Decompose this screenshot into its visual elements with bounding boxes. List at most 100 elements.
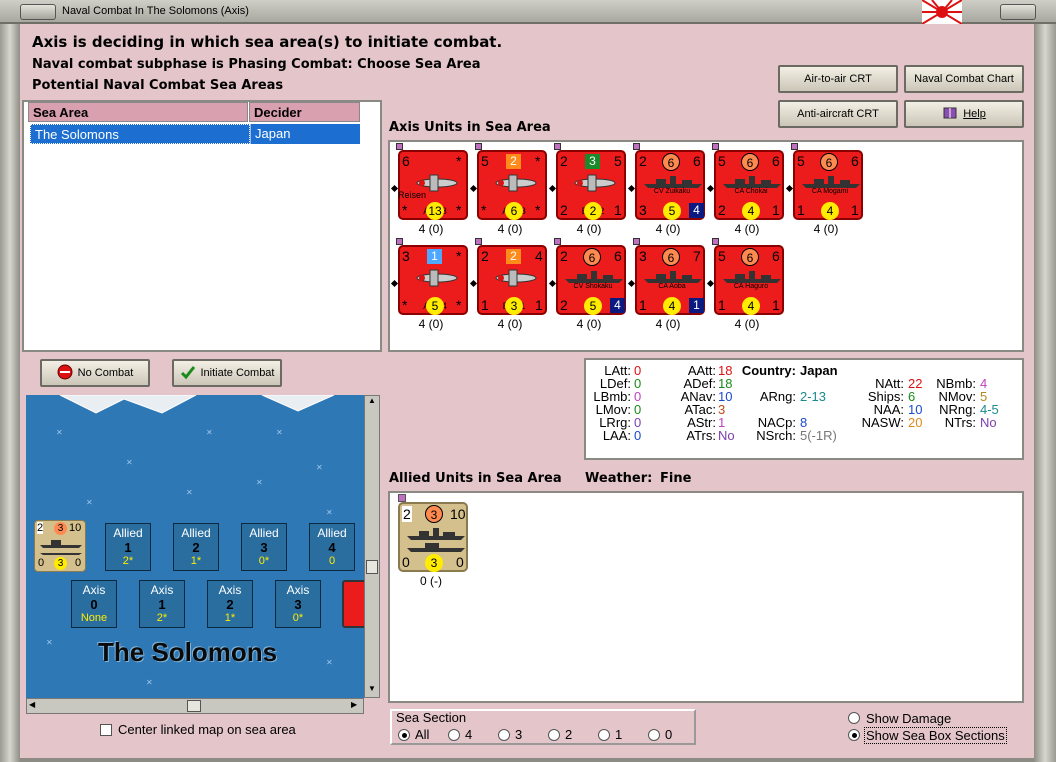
sea-section-option-label: 1 [615, 727, 623, 742]
unit-stat-bl: 2 [560, 297, 568, 313]
allied-sea-box-value: 0* [258, 555, 270, 567]
close-window-button[interactable] [1000, 4, 1036, 20]
initiate-combat-button[interactable]: Initiate Combat [172, 359, 282, 387]
unit-stat-bm: 6 [505, 202, 523, 220]
warship-silhouette-icon [644, 176, 702, 188]
unit-stat-bm: 4 [821, 202, 839, 220]
vertical-scroll-thumb[interactable] [366, 560, 378, 574]
axis-sea-box-value: 1* [224, 612, 236, 624]
allied-unit-counter[interactable]: 2 3 10 0 3 0 [398, 502, 468, 572]
scroll-right-arrow-icon[interactable]: ▶ [351, 700, 357, 709]
unit-stat-bl: 2 [560, 202, 568, 218]
status-message-3: Potential Naval Combat Sea Areas [32, 78, 284, 93]
rising-sun-flag-icon [921, 0, 963, 25]
allied-sea-box[interactable]: Allied 1 2* [105, 523, 151, 571]
unit-name: CA Chokai [734, 188, 768, 195]
horizontal-scroll-thumb[interactable] [187, 700, 201, 712]
warship-silhouette-icon [565, 271, 623, 283]
axis-unit-counter[interactable]: 52*A6M3*6* [477, 150, 547, 220]
axis-sea-box[interactable]: Axis 0 None [71, 580, 117, 628]
unit-stat-tl: 3 [639, 248, 647, 264]
window-title: Naval Combat In The Solomons (Axis) [62, 5, 249, 17]
axis-counter-on-map[interactable] [342, 580, 364, 628]
sea-section-radio-all[interactable] [398, 729, 410, 741]
unit-stat-tr: 7 [693, 248, 701, 264]
axis-sea-box[interactable]: Axis 2 1* [207, 580, 253, 628]
axis-unit-counter[interactable]: 235B5N2221 [556, 150, 626, 220]
unit-name: CV Zuikaku [653, 188, 691, 195]
sea-section-radio-2[interactable] [548, 729, 560, 741]
show-sea-box-sections-radio[interactable] [848, 729, 860, 741]
help-button[interactable]: Help [904, 100, 1024, 128]
sea-section-radio-3[interactable] [498, 729, 510, 741]
allied-sea-box[interactable]: Allied 2 1* [173, 523, 219, 571]
cell-decider[interactable]: Japan [250, 124, 360, 144]
axis-unit-counter[interactable]: 5 6 6 CA Mogami 1 4 1 [793, 150, 863, 220]
stat-label-country: Country: [741, 363, 796, 378]
axis-sea-box[interactable]: Axis 3 0* [275, 580, 321, 628]
svg-text:✕: ✕ [206, 428, 213, 437]
air-to-air-crt-button[interactable]: Air-to-air CRT [778, 65, 898, 93]
map-vertical-scrollbar[interactable]: ▲ ▼ [364, 395, 380, 698]
unit-marker-icon [398, 494, 406, 502]
allied-mini-counter[interactable]: 2 3 10 0 3 0 [34, 520, 86, 572]
col-header-sea-area[interactable]: Sea Area [28, 102, 248, 122]
unit-stat-tm: 1 [427, 249, 442, 264]
axis-sea-box-label: Axis [150, 583, 174, 597]
unit-marker-icon [633, 143, 640, 150]
cell-sea-area[interactable]: The Solomons [30, 124, 250, 144]
stat-label-arng: ARng: [759, 389, 796, 404]
unit-stat-tl: 5 [718, 248, 726, 264]
scroll-up-arrow-icon[interactable]: ▲ [366, 396, 378, 408]
sea-area-map[interactable]: ✕ ✕ ✕ ✕ ✕ ✕ ✕ ✕ ✕ ✕ ✕ ✕ 2 3 10 0 3 0 Allied 1 2* All… [26, 395, 364, 698]
warship-silhouette-icon [644, 271, 702, 283]
unit-status: 4 (0) [813, 222, 839, 236]
unit-stat-br: 1 [772, 202, 780, 218]
center-linked-checkbox[interactable] [100, 724, 112, 736]
allied-sea-box-number: 4 [328, 540, 336, 555]
allied-sea-box[interactable]: Allied 3 0* [241, 523, 287, 571]
axis-unit-counter[interactable]: 5 6 6 CA Chokai 2 4 1 [714, 150, 784, 220]
unit-stat-bl: 1 [639, 297, 647, 313]
unit-stat-tr: * [456, 248, 462, 264]
unit-stat-br: 1 [772, 297, 780, 313]
axis-unit-counter[interactable]: 3 6 7 CA Aoba 1 4 1 [635, 245, 705, 315]
axis-sea-box-label: Axis [82, 583, 106, 597]
minimize-button[interactable] [20, 4, 56, 20]
scroll-down-arrow-icon[interactable]: ▼ [366, 684, 378, 696]
unit-stat-br: * [456, 297, 462, 313]
sea-section-radio-0[interactable] [648, 729, 660, 741]
warship-silhouette-icon [723, 271, 781, 283]
no-combat-button[interactable]: No Combat [40, 359, 150, 387]
naval-combat-chart-button[interactable]: Naval Combat Chart [904, 65, 1024, 93]
col-header-decider[interactable]: Decider [249, 102, 360, 122]
sea-section-radio-4[interactable] [448, 729, 460, 741]
sea-section-option-label: 4 [465, 727, 473, 742]
stat-value-laa: 0 [634, 428, 642, 443]
scroll-left-arrow-icon[interactable]: ◀ [29, 700, 35, 709]
anti-aircraft-crt-button[interactable]: Anti-aircraft CRT [778, 100, 898, 128]
axis-unit-counter[interactable]: 31*A5M4*5* [398, 245, 468, 315]
show-damage-radio[interactable] [848, 712, 860, 724]
unit-stat-tl: 2 [481, 248, 489, 264]
unit-status: 4 (0) [418, 317, 444, 331]
unit-marker-icon [791, 143, 798, 150]
svg-text:✕: ✕ [326, 508, 333, 517]
stat-label-laa: LAA: [602, 428, 631, 443]
axis-unit-counter[interactable]: 5 6 6 CA Haguro 1 4 1 [714, 245, 784, 315]
map-horizontal-scrollbar[interactable]: ◀ ▶ [26, 698, 364, 714]
stat-label-nasw: NASW: [861, 415, 904, 430]
allied-sea-box-number: 2 [192, 540, 200, 555]
axis-unit-counter[interactable]: 2 6 6 CV Shokaku 2 5 4 [556, 245, 626, 315]
allied-sea-box[interactable]: Allied 4 0 [309, 523, 355, 571]
unit-marker-icon [712, 238, 719, 245]
axis-sea-box[interactable]: Axis 1 2* [139, 580, 185, 628]
axis-unit-counter[interactable]: 6*ReisenA6M3*13* [398, 150, 468, 220]
unit-name: CA Haguro [733, 283, 769, 290]
axis-unit-counter[interactable]: 224B5N1131 [477, 245, 547, 315]
sea-section-radio-1[interactable] [598, 729, 610, 741]
allied-sea-box-label: Allied [249, 526, 279, 540]
axis-unit-counter[interactable]: 2 6 6 CV Zuikaku 3 5 4 [635, 150, 705, 220]
unit-stat-br: 1 [614, 202, 622, 218]
weather-label: Weather: [585, 471, 653, 486]
